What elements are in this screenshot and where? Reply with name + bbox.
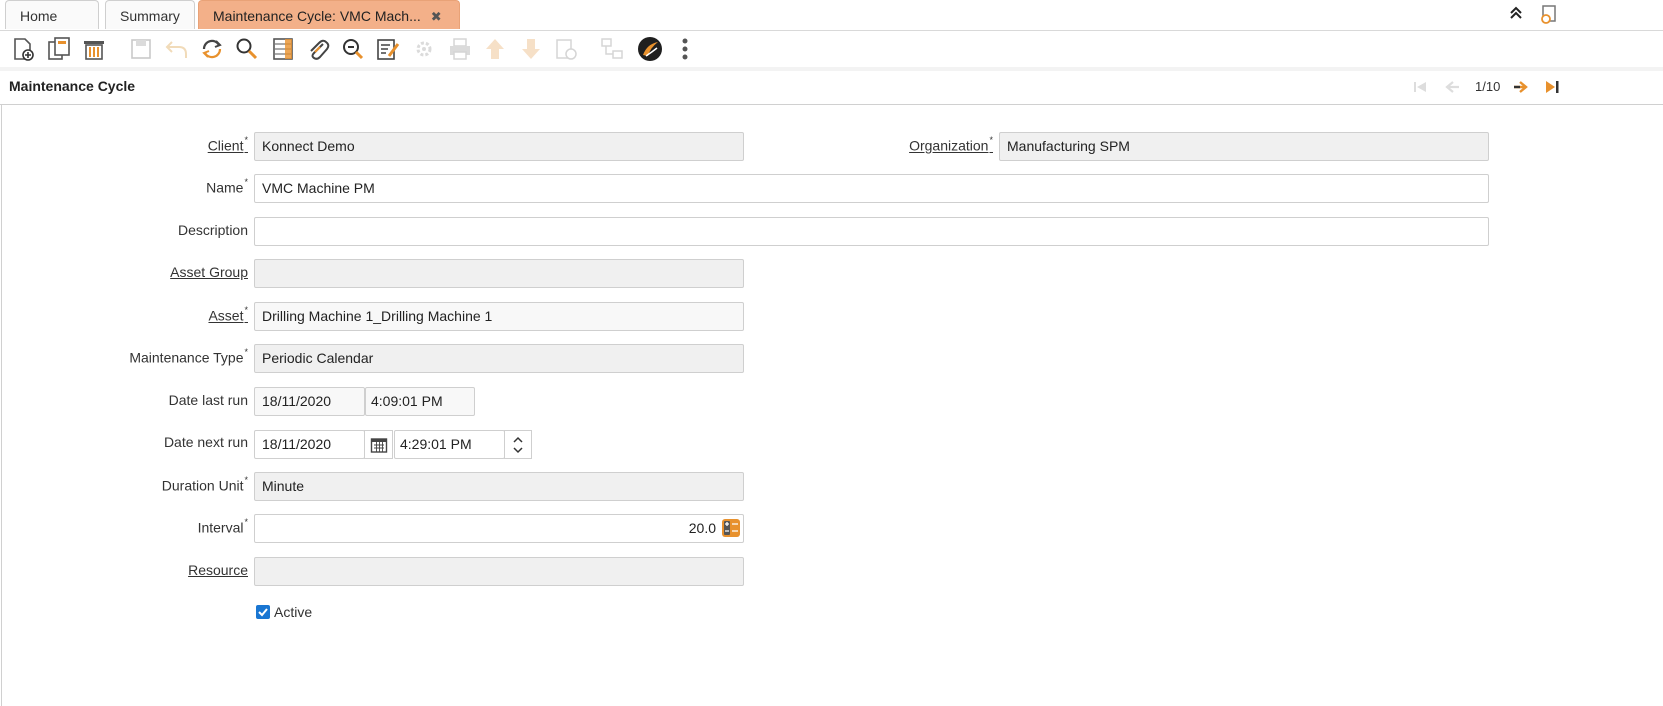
header-divider [0, 104, 1663, 105]
detail-record-icon[interactable] [517, 35, 545, 63]
calendar-icon[interactable] [364, 430, 393, 459]
time-spinner[interactable] [504, 430, 532, 459]
resource-field[interactable] [254, 557, 744, 586]
chat-icon[interactable] [374, 35, 402, 63]
zoom-across-icon[interactable] [339, 35, 367, 63]
next-record-icon[interactable] [1512, 78, 1530, 98]
asset-group-label[interactable]: Asset Group [100, 264, 248, 280]
date-last-run-label: Date last run [168, 392, 248, 408]
previous-record-icon[interactable] [1443, 78, 1461, 98]
new-record-icon[interactable] [9, 35, 37, 63]
asset-field[interactable]: Drilling Machine 1_Drilling Machine 1 [254, 302, 744, 331]
content-border [1, 105, 2, 706]
parent-record-icon[interactable] [481, 35, 509, 63]
organization-field[interactable]: Manufacturing SPM [999, 132, 1489, 161]
app-logo-icon[interactable] [636, 35, 664, 63]
date-last-run-date[interactable]: 18/11/2020 [254, 387, 365, 416]
asset-group-field[interactable] [254, 259, 744, 288]
collapse-icon[interactable] [1508, 4, 1524, 25]
client-label[interactable]: Client* [100, 135, 248, 154]
window-title: Maintenance Cycle [9, 78, 136, 94]
notification-icon[interactable] [1539, 4, 1559, 27]
tab-bar: Home (96) Summary Maintenance Cycle: VMC… [0, 0, 1663, 55]
delete-record-icon[interactable] [80, 35, 108, 63]
duration-unit-label: Duration Unit* [161, 475, 248, 494]
active-checkbox[interactable] [256, 605, 270, 619]
refresh-icon[interactable] [198, 35, 226, 63]
maintenance-type-field[interactable]: Periodic Calendar [254, 344, 744, 373]
date-next-run-label: Date next run [163, 434, 248, 450]
process-icon[interactable] [410, 35, 438, 63]
save-icon[interactable] [127, 35, 155, 63]
find-icon[interactable] [233, 35, 261, 63]
client-field[interactable]: Konnect Demo [254, 132, 744, 161]
duration-unit-field[interactable]: Minute [254, 472, 744, 501]
calculator-icon[interactable] [721, 518, 741, 538]
archive-icon[interactable] [552, 35, 580, 63]
tab-maintenance-cycle-label: Maintenance Cycle: VMC Mach... [213, 8, 421, 24]
last-record-icon[interactable] [1543, 78, 1561, 98]
organization-label[interactable]: Organization* [840, 135, 993, 154]
tab-summary[interactable]: Summary [105, 0, 195, 29]
date-last-run-time[interactable]: 4:09:01 PM [365, 387, 475, 416]
asset-label[interactable]: Asset* [100, 305, 248, 324]
undo-icon[interactable] [163, 35, 191, 63]
close-icon[interactable]: ✖ [431, 9, 442, 24]
description-label: Description [177, 222, 248, 238]
record-position: 1/10 [1475, 79, 1501, 94]
resource-label[interactable]: Resource [100, 562, 248, 578]
print-icon[interactable] [446, 35, 474, 63]
chevron-up-icon [513, 436, 523, 453]
active-label[interactable]: Active [274, 604, 312, 620]
tab-home[interactable]: Home (96) [5, 0, 99, 55]
date-next-run-time[interactable]: 4:29:01 PM [394, 430, 505, 459]
workflow-icon[interactable] [598, 35, 626, 63]
toolbar [0, 31, 1663, 71]
more-menu-icon[interactable] [671, 35, 699, 63]
grid-toggle-icon[interactable] [269, 35, 297, 63]
tab-summary-label: Summary [120, 8, 180, 24]
tab-maintenance-cycle[interactable]: Maintenance Cycle: VMC Mach... ✖ [198, 0, 460, 29]
maintenance-type-label: Maintenance Type* [129, 347, 248, 366]
interval-field[interactable]: 20.0 [254, 514, 744, 543]
attachment-icon[interactable] [304, 35, 332, 63]
description-field[interactable] [254, 217, 1489, 246]
date-next-run-date[interactable]: 18/11/2020 [254, 430, 365, 459]
copy-record-icon[interactable] [45, 35, 73, 63]
interval-label: Interval* [197, 517, 248, 536]
name-label: Name* [206, 177, 248, 196]
first-record-icon[interactable] [1411, 78, 1429, 98]
name-field[interactable]: VMC Machine PM [254, 174, 1489, 203]
